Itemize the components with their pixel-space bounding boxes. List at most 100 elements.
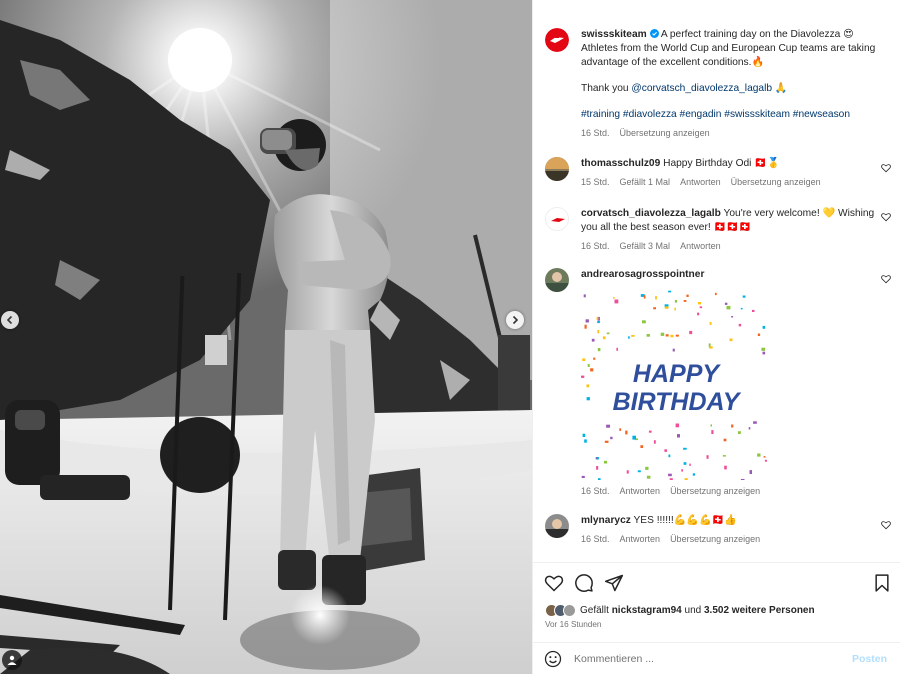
reply-button[interactable]: Antworten <box>680 239 721 253</box>
comment-text: YES !!!!!!💪💪💪🇨🇭👍 <box>633 515 738 526</box>
comment-time[interactable]: 15 Std. <box>581 175 610 189</box>
hashtags-link[interactable]: #training #diavolezza #engadin #swissski… <box>581 108 877 122</box>
caption-username[interactable]: swissskiteam <box>581 29 647 40</box>
confetti-piece <box>689 330 693 335</box>
post-time-ago[interactable]: Vor 16 Stunden <box>545 620 601 629</box>
confetti-piece <box>764 459 767 462</box>
confetti-piece <box>689 463 691 466</box>
comment-likes[interactable]: Gefällt 3 Mal <box>620 239 671 253</box>
mention-link[interactable]: @corvatsch_diavolezza_lagalb <box>631 83 772 94</box>
comment-username[interactable]: thomasschulz09 <box>581 158 660 169</box>
likes-count-link[interactable]: 3.502 weitere Personen <box>704 605 815 616</box>
heart-icon[interactable] <box>881 520 891 530</box>
confetti-piece <box>640 445 644 448</box>
comment-time[interactable]: 16 Std. <box>581 239 610 253</box>
confetti-piece <box>653 440 656 444</box>
confetti-piece <box>672 348 675 352</box>
caption-time[interactable]: 16 Std. <box>581 126 610 140</box>
likes-user-link[interactable]: nickstagram94 <box>612 605 682 616</box>
share-icon[interactable] <box>604 573 624 593</box>
liker-avatar <box>563 604 576 617</box>
confetti-piece <box>581 375 585 378</box>
comments-list[interactable]: swissskiteam A perfect training day on t… <box>533 0 900 562</box>
translate-link[interactable]: Übersetzung anzeigen <box>670 532 760 546</box>
confetti-piece <box>587 363 590 367</box>
confetti-piece <box>598 478 601 482</box>
next-photo-button[interactable] <box>506 311 524 329</box>
confetti-piece <box>631 335 635 337</box>
comment-likes[interactable]: Gefällt 1 Mal <box>620 175 671 189</box>
post-comment-button[interactable]: Posten <box>852 653 887 665</box>
comment-item: andrearosagrosspointner HAPPY BIRTHDAY 1… <box>545 268 895 498</box>
confetti-piece <box>664 306 669 309</box>
thanks-prefix: Thank you <box>581 83 632 94</box>
confetti-piece <box>724 465 727 470</box>
reply-button[interactable]: Antworten <box>620 484 661 498</box>
user-tag-icon <box>7 655 17 665</box>
emoji-icon[interactable] <box>544 650 562 668</box>
confetti-piece <box>669 478 673 481</box>
gif-text-happy: HAPPY <box>633 360 721 388</box>
birthday-gif[interactable]: HAPPY BIRTHDAY <box>581 290 771 483</box>
confetti-piece <box>738 323 742 327</box>
confetti-piece <box>674 307 676 311</box>
comment-composer: Posten <box>533 642 900 674</box>
confetti-piece <box>697 312 700 316</box>
comment-username[interactable]: mlynarycz <box>581 515 631 526</box>
confetti-piece <box>632 435 636 440</box>
avatar[interactable] <box>545 514 569 538</box>
skier-photo-image <box>0 0 532 674</box>
confetti-piece <box>697 302 701 305</box>
translate-link[interactable]: Übersetzung anzeigen <box>620 126 710 140</box>
confetti-gif-image: HAPPY BIRTHDAY <box>581 290 771 483</box>
translate-link[interactable]: Übersetzung anzeigen <box>731 175 821 189</box>
confetti-piece <box>723 438 727 442</box>
likes-text: Gefällt nickstagram94 und 3.502 weitere … <box>580 605 815 616</box>
confetti-piece <box>692 473 695 476</box>
confetti-piece <box>757 333 761 336</box>
comment-meta: 16 Std. Antworten Übersetzung anzeigen <box>581 532 877 546</box>
likes-prefix: Gefällt <box>580 605 612 616</box>
confetti-piece <box>597 330 600 334</box>
heart-icon[interactable] <box>881 212 891 222</box>
comment-icon[interactable] <box>574 573 594 593</box>
confetti-piece <box>582 433 586 437</box>
avatar[interactable] <box>545 268 569 292</box>
comment-item: corvatsch_diavolezza_lagalb You're very … <box>545 207 895 253</box>
confetti-piece <box>722 455 726 457</box>
comment-username[interactable]: corvatsch_diavolezza_lagalb <box>581 208 721 219</box>
avatar[interactable] <box>545 207 569 231</box>
confetti-piece <box>668 290 672 293</box>
chevron-right-icon <box>512 315 519 325</box>
translate-link[interactable]: Übersetzung anzeigen <box>670 484 760 498</box>
confetti-piece <box>740 479 745 483</box>
confetti-piece <box>602 336 606 340</box>
post-photo[interactable] <box>0 0 532 674</box>
comment-time[interactable]: 16 Std. <box>581 532 610 546</box>
heart-icon[interactable] <box>881 274 891 284</box>
avatar[interactable] <box>545 28 569 52</box>
confetti-piece <box>726 305 731 310</box>
comment-time[interactable]: 16 Std. <box>581 484 610 498</box>
reply-button[interactable]: Antworten <box>680 175 721 189</box>
confetti-piece <box>591 338 595 342</box>
confetti-piece <box>586 384 590 388</box>
likes-summary[interactable]: Gefällt nickstagram94 und 3.502 weitere … <box>545 604 815 617</box>
confetti-piece <box>593 357 596 360</box>
comment-username[interactable]: andrearosagrosspointner <box>581 269 704 280</box>
comment-input[interactable] <box>574 652 844 665</box>
tagged-users-button[interactable] <box>2 650 22 670</box>
confetti-piece <box>762 351 766 355</box>
confetti-piece <box>646 334 650 337</box>
bookmark-icon[interactable] <box>872 573 892 593</box>
confetti-piece <box>761 347 766 351</box>
comment-body: andrearosagrosspointner HAPPY BIRTHDAY 1… <box>581 268 877 498</box>
reply-button[interactable]: Antworten <box>620 532 661 546</box>
confetti-piece <box>681 469 683 472</box>
heart-icon[interactable] <box>881 163 891 173</box>
like-heart-icon[interactable] <box>544 573 564 593</box>
previous-photo-button[interactable] <box>1 311 19 329</box>
avatar[interactable] <box>545 157 569 181</box>
confetti-piece <box>590 368 594 372</box>
confetti-piece <box>763 456 766 458</box>
